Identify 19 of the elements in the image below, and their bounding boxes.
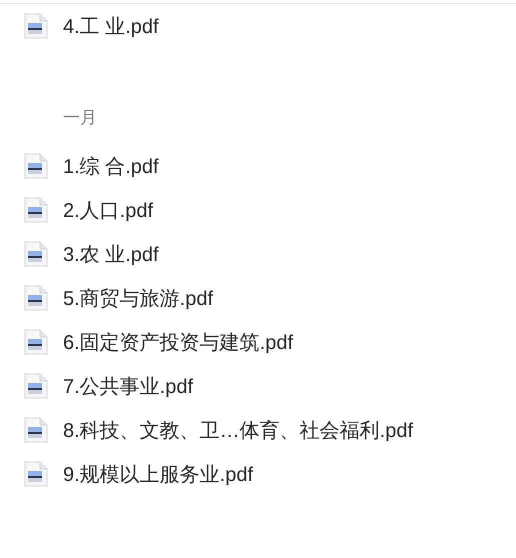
- file-name[interactable]: 7.公共事业.pdf: [63, 372, 194, 400]
- pdf-file-icon: [24, 329, 48, 355]
- file-name[interactable]: 3.农 业.pdf: [63, 240, 159, 268]
- file-name[interactable]: 8.科技、文教、卫…体育、社会福利.pdf: [63, 416, 414, 444]
- pdf-file-icon: [24, 373, 48, 399]
- section-heading: 一月: [63, 106, 98, 128]
- file-name[interactable]: 2.人口.pdf: [63, 196, 154, 224]
- pdf-file-icon: [24, 461, 48, 487]
- file-name[interactable]: 1.综 合.pdf: [63, 152, 159, 180]
- file-name[interactable]: 5.商贸与旅游.pdf: [63, 284, 214, 312]
- file-name[interactable]: 6.固定资产投资与建筑.pdf: [63, 328, 294, 356]
- pdf-file-icon: [24, 197, 48, 223]
- pdf-file-icon: [24, 153, 48, 179]
- file-name[interactable]: 9.规模以上服务业.pdf: [63, 460, 254, 488]
- pdf-file-icon: [24, 13, 48, 39]
- pdf-file-icon: [24, 241, 48, 267]
- file-name[interactable]: 4.工 业.pdf: [63, 12, 159, 40]
- pdf-file-icon: [24, 417, 48, 443]
- pdf-file-icon: [24, 285, 48, 311]
